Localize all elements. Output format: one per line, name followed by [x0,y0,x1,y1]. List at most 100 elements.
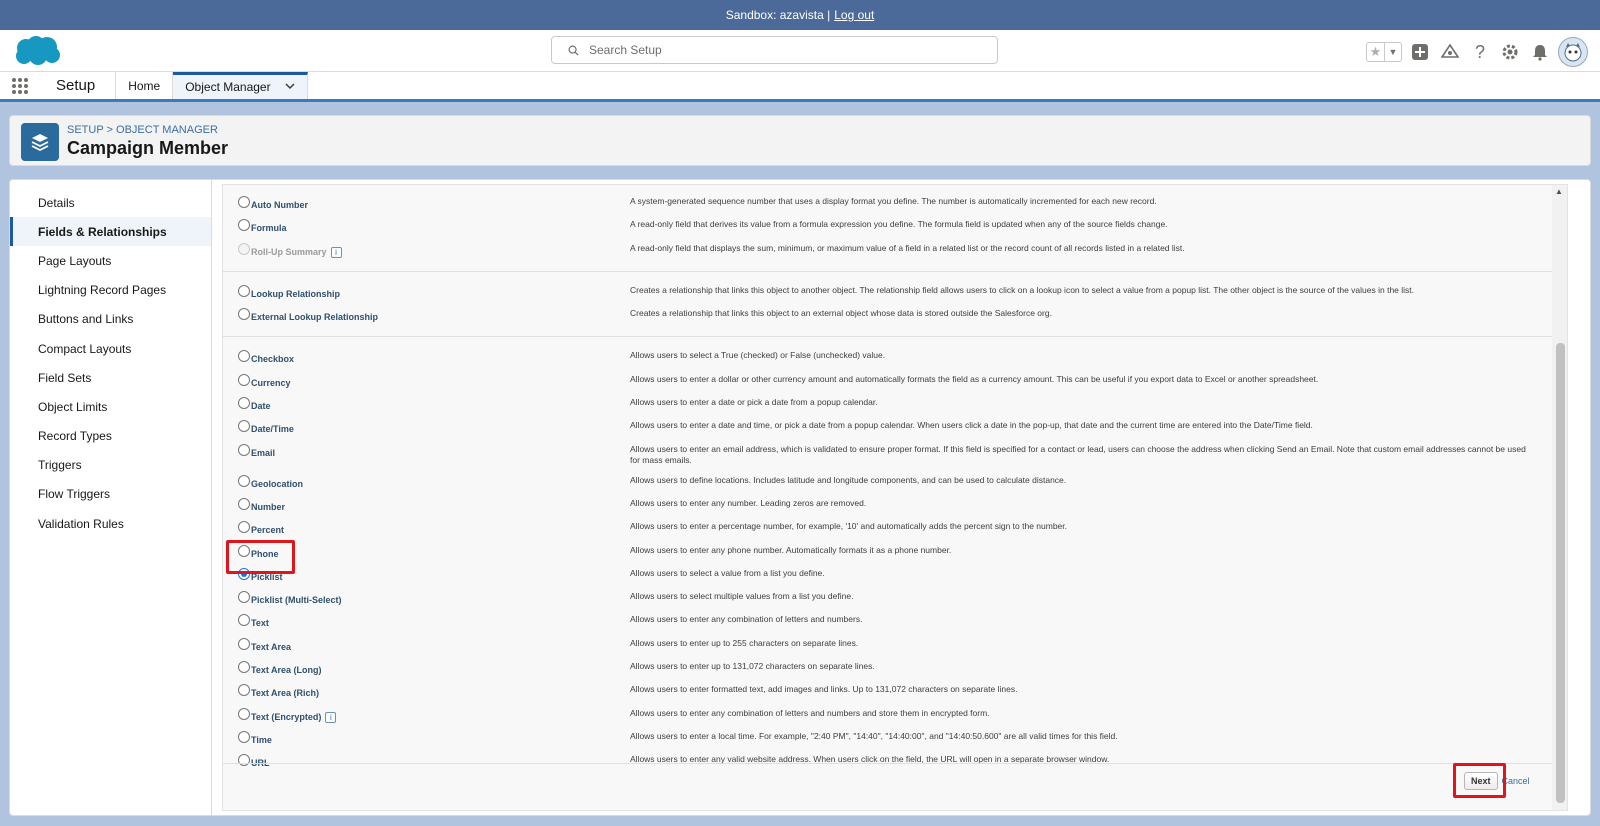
tab-object-manager[interactable]: Object Manager [173,72,308,99]
setup-gear-icon[interactable] [1498,40,1522,64]
main-content: Auto Number A system-generated sequence … [211,179,1591,816]
user-avatar[interactable] [1558,37,1588,67]
sidebar-item-record-types[interactable]: Record Types [10,422,211,451]
field-type-label: Time [251,734,272,745]
scroll-up-arrow-icon[interactable]: ▲ [1555,187,1563,196]
sidebar-item-page-layouts[interactable]: Page Layouts [10,246,211,275]
field-type-description: Allows users to enter an email address, … [630,443,1526,466]
sidebar-item-compact-layouts[interactable]: Compact Layouts [10,334,211,363]
radio-currency[interactable] [238,373,250,386]
tab-home[interactable]: Home [116,72,174,99]
field-type-description: Allows users to enter a percentage numbe… [630,521,1067,532]
field-type-row: Percent Allows users to enter a percenta… [223,520,1567,543]
app-launcher-icon[interactable] [0,72,40,99]
scrollbar[interactable]: ▲ [1552,185,1567,810]
footer-divider [223,763,1552,764]
breadcrumb-setup[interactable]: SETUP [67,124,103,136]
search-input[interactable] [589,43,969,57]
radio-url[interactable] [238,754,250,767]
logout-link[interactable]: Log out [834,8,874,22]
field-type-row: Text Area (Long) Allows users to enter u… [223,660,1567,683]
info-icon[interactable]: i [330,246,342,258]
radio-date[interactable] [238,397,250,410]
scrollbar-thumb[interactable] [1556,343,1565,803]
radio-percent[interactable] [238,521,250,534]
field-type-label: Percent [251,525,285,536]
layers-icon [21,123,59,161]
radio-text-area[interactable] [238,637,250,650]
help-icon[interactable]: ? [1468,40,1492,64]
favorites-dropdown-icon[interactable]: ▼ [1384,43,1401,61]
radio-external-lookup-relationship[interactable] [238,308,250,321]
field-type-section-calculated: Auto Number A system-generated sequence … [223,185,1567,272]
sidebar-item-buttons-links[interactable]: Buttons and Links [10,305,211,334]
sidebar-item-triggers[interactable]: Triggers [10,451,211,480]
field-type-label: Number [251,501,286,512]
field-type-label: Auto Number [251,200,308,210]
sidebar-item-fields-relationships[interactable]: Fields & Relationships [10,217,211,247]
radio-text-area-long[interactable] [238,661,250,674]
field-type-description: Creates a relationship that links this o… [630,308,1052,319]
field-type-row: Checkbox Allows users to select a True (… [223,349,1567,372]
search-icon [568,45,579,56]
radio-picklist-multi-select[interactable] [238,591,250,604]
radio-checkbox[interactable] [238,350,250,363]
field-type-label: External Lookup Relationship [251,312,379,323]
field-type-row: Phone Allows users to enter any phone nu… [223,544,1567,567]
breadcrumb-separator: > [103,124,117,136]
radio-geolocation[interactable] [238,474,250,487]
field-type-label: Formula [251,223,287,234]
field-type-label: Date/Time [251,424,294,435]
chevron-down-icon[interactable] [285,82,295,93]
radio-auto-number[interactable] [238,196,250,208]
favorites-star-icon[interactable]: ★ [1367,43,1384,61]
tab-home-label: Home [128,78,161,93]
field-type-label: Checkbox [251,354,295,365]
breadcrumb-object-manager[interactable]: OBJECT MANAGER [116,124,218,136]
field-type-label: Email [251,447,276,458]
radio-text-encrypted[interactable] [238,707,250,720]
radio-date-time[interactable] [238,420,250,433]
field-type-label: Text Area (Long) [251,665,322,676]
radio-email[interactable] [238,443,250,456]
radio-text[interactable] [238,614,250,627]
field-type-row: Text Area Allows users to enter up to 25… [223,637,1567,660]
field-type-row: Roll-Up Summary i A read-only field that … [223,242,1567,265]
field-type-row: Auto Number A system-generated sequence … [223,195,1567,218]
field-type-row: Text (Encrypted) i Allows users to enter … [223,707,1567,730]
field-type-row: External Lookup Relationship Creates a r… [223,307,1567,330]
field-type-row: Date Allows users to enter a date or pic… [223,396,1567,419]
field-type-row: Geolocation Allows users to define locat… [223,474,1567,497]
search-box[interactable] [551,36,998,64]
info-icon[interactable]: i [325,711,337,723]
trailhead-icon[interactable] [1438,40,1462,64]
radio-formula[interactable] [238,219,250,232]
radio-number[interactable] [238,497,250,510]
field-type-description: Creates a relationship that links this o… [630,284,1415,295]
page-title: Campaign Member [67,138,229,158]
picklist-highlight [226,540,295,574]
header-icons: ★ ▼ ? [1366,37,1588,67]
field-type-description: Allows users to define locations. Includ… [630,474,1067,485]
radio-time[interactable] [238,730,250,743]
global-header: ★ ▼ ? [0,30,1600,72]
salesforce-logo-icon[interactable] [12,35,62,67]
favorites-group[interactable]: ★ ▼ [1366,42,1402,62]
sidebar-item-flow-triggers[interactable]: Flow Triggers [10,480,211,509]
field-type-description: A read-only field that derives its value… [630,219,1168,230]
field-type-description: Allows users to select a value from a li… [630,567,825,578]
field-type-row: Text Area (Rich) Allows users to enter f… [223,683,1567,706]
tab-object-manager-label: Object Manager [185,80,271,94]
sidebar-item-lightning-record-pages[interactable]: Lightning Record Pages [10,276,211,305]
app-name: Setup [40,72,117,99]
object-sidebar: Details Fields & Relationships Page Layo… [9,179,211,816]
radio-text-area-rich[interactable] [238,684,250,697]
sidebar-item-validation-rules[interactable]: Validation Rules [10,509,211,538]
sidebar-item-field-sets[interactable]: Field Sets [10,363,211,392]
sidebar-item-details[interactable]: Details [10,188,211,217]
radio-lookup-relationship[interactable] [238,284,250,297]
field-type-label: Text Area [251,641,292,652]
add-icon[interactable] [1408,40,1432,64]
sidebar-item-object-limits[interactable]: Object Limits [10,392,211,421]
notifications-bell-icon[interactable] [1528,40,1552,64]
